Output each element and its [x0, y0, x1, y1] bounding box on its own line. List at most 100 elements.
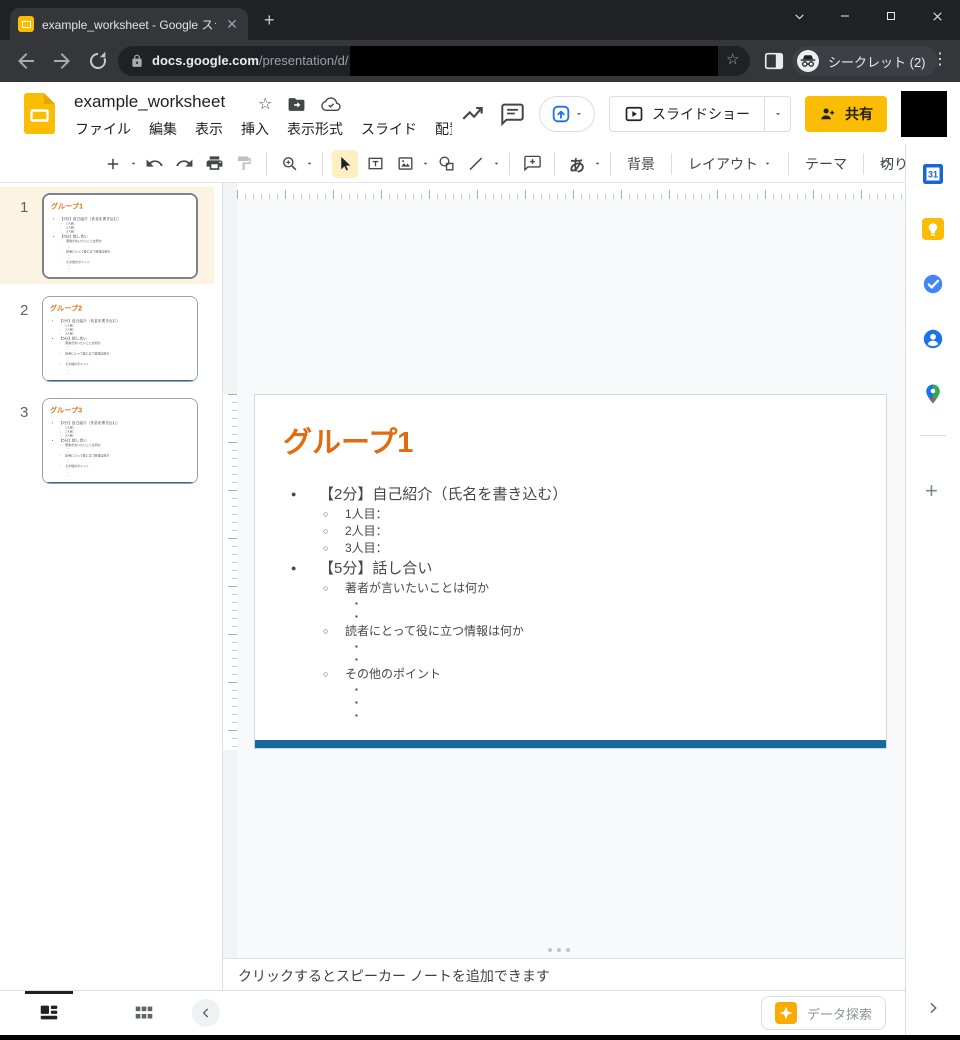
slide-thumbnail[interactable]: グループ2●【2分】自己紹介（氏名を書き込む）○1人目：○2人目：○3人目：●【…	[42, 296, 198, 382]
bullet-glyph: ▪	[355, 597, 369, 610]
share-label: 共有	[845, 104, 873, 124]
insert-comment-button[interactable]	[519, 150, 545, 178]
side-panel-icon[interactable]	[763, 50, 785, 72]
present-to-meeting-button[interactable]	[539, 96, 595, 132]
slide-canvas[interactable]: グループ1 ●【2分】自己紹介（氏名を書き込む）○1人目：○2人目：○3人目：●…	[222, 183, 905, 958]
current-slide[interactable]: グループ1 ●【2分】自己紹介（氏名を書き込む）○1人目：○2人目：○3人目：●…	[254, 394, 887, 749]
zoom-caret-icon[interactable]	[305, 159, 314, 168]
paint-format-button[interactable]	[231, 150, 257, 178]
star-document-icon[interactable]: ☆	[258, 94, 272, 114]
slide-thumbnail[interactable]: グループ1●【2分】自己紹介（氏名を書き込む）○1人目：○2人目：○3人目：●【…	[42, 193, 198, 279]
collapse-filmstrip-button[interactable]	[192, 999, 220, 1027]
new-slide-caret-icon[interactable]	[129, 159, 138, 168]
speaker-notes-placeholder: クリックするとスピーカー ノートを追加できます	[238, 966, 550, 986]
menu-編集[interactable]: 編集	[140, 116, 186, 142]
back-icon[interactable]	[14, 49, 38, 73]
window-chevron-icon[interactable]	[776, 0, 822, 32]
get-addons-button[interactable]: +	[925, 478, 938, 504]
document-title[interactable]: example_worksheet	[74, 92, 225, 112]
bullet-glyph: ▪	[355, 696, 369, 709]
cloud-saved-icon[interactable]	[321, 94, 341, 114]
insert-shape-button[interactable]	[433, 150, 459, 178]
slide-title[interactable]: グループ1	[283, 419, 413, 461]
google-keep-icon[interactable]	[922, 218, 944, 240]
activity-dashboard-icon[interactable]	[460, 101, 486, 127]
slideshow-options-caret[interactable]	[764, 97, 790, 131]
redo-button[interactable]	[171, 150, 197, 178]
bullet-glyph: ▪	[355, 610, 369, 623]
text-box-button[interactable]	[362, 150, 388, 178]
layout-caret-icon	[763, 159, 772, 168]
slide-accent-bar	[44, 278, 198, 279]
slide-thumbnail-row[interactable]: 2グループ2●【2分】自己紹介（氏名を書き込む）○1人目：○2人目：○3人目：●…	[0, 296, 214, 390]
expand-panel-icon[interactable]	[925, 1000, 941, 1016]
account-avatar[interactable]	[901, 91, 947, 137]
layout-button[interactable]: レイアウト	[679, 154, 781, 174]
bullet-line: ○3人目：	[255, 540, 866, 557]
insert-image-button[interactable]	[392, 150, 418, 178]
window-maximize-button[interactable]	[868, 0, 914, 32]
new-slide-button[interactable]	[100, 150, 126, 178]
explore-label: データ探索	[807, 1004, 872, 1023]
slide-thumbnail-row[interactable]: 1グループ1●【2分】自己紹介（氏名を書き込む）○1人目：○2人目：○3人目：●…	[0, 193, 214, 287]
menu-スライド[interactable]: スライド	[352, 116, 426, 142]
explore-button[interactable]: データ探索	[761, 996, 886, 1030]
print-button[interactable]	[201, 150, 227, 178]
slide-accent-bar	[43, 482, 198, 484]
browser-tab[interactable]: example_worksheet - Google スラ ✕	[10, 8, 248, 40]
sidebar-divider	[920, 435, 946, 436]
slide-body-text[interactable]: ●【2分】自己紹介（氏名を書き込む）○1人目：○2人目：○3人目：●【5分】話し…	[255, 483, 866, 722]
menu-挿入[interactable]: 挿入	[232, 116, 278, 142]
google-calendar-icon[interactable]: 31	[922, 163, 944, 185]
app-header: example_worksheet ☆ ファイル編集表示挿入表示形式スライド配置…	[0, 82, 960, 145]
filmstrip-view-button[interactable]	[38, 1002, 60, 1024]
bullet-line: ▪	[255, 683, 866, 696]
google-slides-logo-icon[interactable]	[24, 93, 55, 134]
bullet-glyph: ●	[53, 234, 60, 240]
image-caret-icon[interactable]	[421, 159, 430, 168]
grid-view-button[interactable]	[133, 1002, 155, 1024]
bullet-glyph: ▪	[69, 270, 72, 273]
incognito-label: シークレット (2)	[828, 52, 926, 71]
slide-thumbnail[interactable]: グループ3●【2分】自己紹介（氏名を書き込む）○1人目：○2人目：○3人目：●【…	[42, 398, 198, 484]
google-tasks-icon[interactable]	[922, 273, 944, 295]
line-caret-icon[interactable]	[492, 159, 501, 168]
window-close-button[interactable]	[914, 0, 960, 32]
comment-history-icon[interactable]	[500, 102, 525, 127]
new-tab-button[interactable]: +	[264, 10, 275, 30]
select-tool-button[interactable]	[332, 150, 358, 178]
speaker-notes-area[interactable]: クリックするとスピーカー ノートを追加できます	[222, 958, 905, 990]
text-format-button[interactable]: あ	[564, 150, 590, 178]
theme-button[interactable]: テーマ	[796, 154, 856, 174]
bookmark-star-icon[interactable]: ☆	[726, 50, 739, 70]
bullet-line: ○読者にとって役に立つ情報は何か	[255, 623, 866, 640]
browser-menu-icon[interactable]: ⋮	[932, 49, 948, 69]
slideshow-button[interactable]: スライドショー	[609, 96, 791, 132]
window-minimize-button[interactable]	[822, 0, 868, 32]
zoom-button[interactable]	[276, 150, 302, 178]
reload-icon[interactable]	[86, 49, 110, 73]
menu-表示[interactable]: 表示	[186, 116, 232, 142]
text-format-caret-icon[interactable]	[593, 159, 602, 168]
thumbnail-slide-title: グループ2	[50, 303, 82, 313]
google-contacts-icon[interactable]	[922, 328, 944, 350]
bullet-glyph: ●	[52, 420, 59, 426]
bullet-line: ▪	[255, 709, 866, 722]
collapse-toolbar-icon[interactable]	[876, 153, 896, 173]
bullet-glyph: ●	[291, 557, 319, 580]
notes-resize-handle[interactable]	[548, 948, 570, 952]
menu-表示形式[interactable]: 表示形式	[278, 116, 352, 142]
background-button[interactable]: 背景	[618, 154, 664, 174]
google-maps-icon[interactable]	[922, 383, 944, 405]
forward-icon[interactable]	[50, 49, 74, 73]
share-button[interactable]: 共有	[805, 96, 887, 132]
undo-button[interactable]	[141, 150, 167, 178]
chevron-down-icon	[574, 109, 584, 119]
slide-thumbnail-row[interactable]: 3グループ3●【2分】自己紹介（氏名を書き込む）○1人目：○2人目：○3人目：●…	[0, 398, 214, 492]
url-redaction-box	[350, 46, 718, 76]
insert-line-button[interactable]	[463, 150, 489, 178]
move-to-folder-icon[interactable]	[287, 95, 306, 114]
play-icon	[624, 104, 644, 124]
tab-close-icon[interactable]: ✕	[224, 16, 240, 32]
menu-ファイル[interactable]: ファイル	[66, 116, 140, 142]
